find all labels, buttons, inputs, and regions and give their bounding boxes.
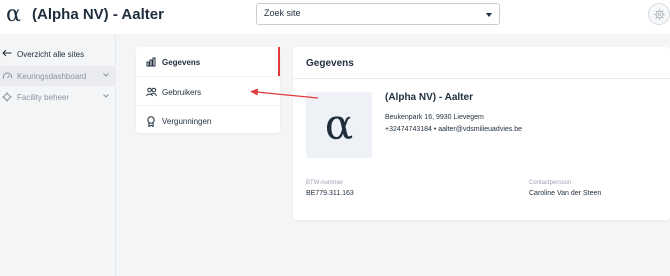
settings-button[interactable] — [648, 3, 670, 25]
avatar-glyph: α — [324, 100, 354, 149]
details-card: Gegevens α (Alpha NV) - Aalter Beukenpar… — [293, 47, 670, 220]
caret-down-icon — [486, 13, 492, 17]
sidebar: Overzicht alle sites Keuringsdashboard F… — [0, 34, 116, 276]
tab-vergunningen[interactable]: Vergunningen — [136, 105, 280, 134]
site-search-select[interactable]: Zoek site — [256, 3, 500, 25]
sidebar-item-label: Keuringsdashboard — [17, 72, 87, 81]
sidebar-item-label: Facility beheer — [17, 93, 70, 102]
btw-label: BTW-nummer — [306, 180, 344, 186]
company-contact-info: +32474743184 • aalter@vdsmilieuadvies.be — [385, 126, 523, 133]
site-search-value: Zoek site — [264, 8, 301, 18]
gear-icon — [654, 9, 665, 20]
site-title: (Alpha NV) - Aalter — [32, 6, 164, 23]
company-avatar: α — [306, 92, 372, 158]
tab-label: Vergunningen — [162, 117, 212, 126]
sidebar-item-keuringsdashboard[interactable]: Keuringsdashboard — [0, 66, 116, 86]
contact-person-value: Caroline Van der Steen — [529, 190, 602, 197]
gauge-icon — [2, 72, 13, 79]
btw-value: BE779.311.163 — [306, 190, 354, 197]
chevron-down-icon — [103, 94, 109, 98]
badge-icon — [147, 116, 155, 127]
top-bar: α (Alpha NV) - Aalter Zoek site — [0, 0, 670, 34]
details-title: Gegevens — [306, 58, 354, 69]
tab-label: Gebruikers — [162, 88, 202, 97]
contact-person-label: Contactpersoon — [529, 180, 572, 186]
back-to-sites-label: Overzicht alle sites — [17, 50, 85, 59]
chevron-down-icon — [103, 73, 109, 77]
company-name: (Alpha NV) - Aalter — [385, 92, 473, 103]
site-logo: α — [6, 2, 21, 27]
back-to-sites-link[interactable]: Overzicht alle sites — [0, 44, 116, 64]
divider — [293, 78, 670, 79]
chart-icon — [146, 57, 156, 67]
sidebar-item-facility-beheer[interactable]: Facility beheer — [0, 87, 116, 107]
tab-gegevens[interactable]: Gegevens — [136, 47, 280, 76]
users-icon — [146, 87, 157, 97]
company-address: Beukenpark 16, 9930 Lievegem — [385, 114, 484, 121]
tab-label: Gegevens — [162, 58, 201, 67]
arrow-left-icon — [2, 49, 12, 57]
detail-tabs: Gegevens Gebruikers Vergunningen — [136, 47, 280, 133]
gear-icon — [2, 92, 12, 102]
tab-gebruikers[interactable]: Gebruikers — [136, 76, 280, 105]
